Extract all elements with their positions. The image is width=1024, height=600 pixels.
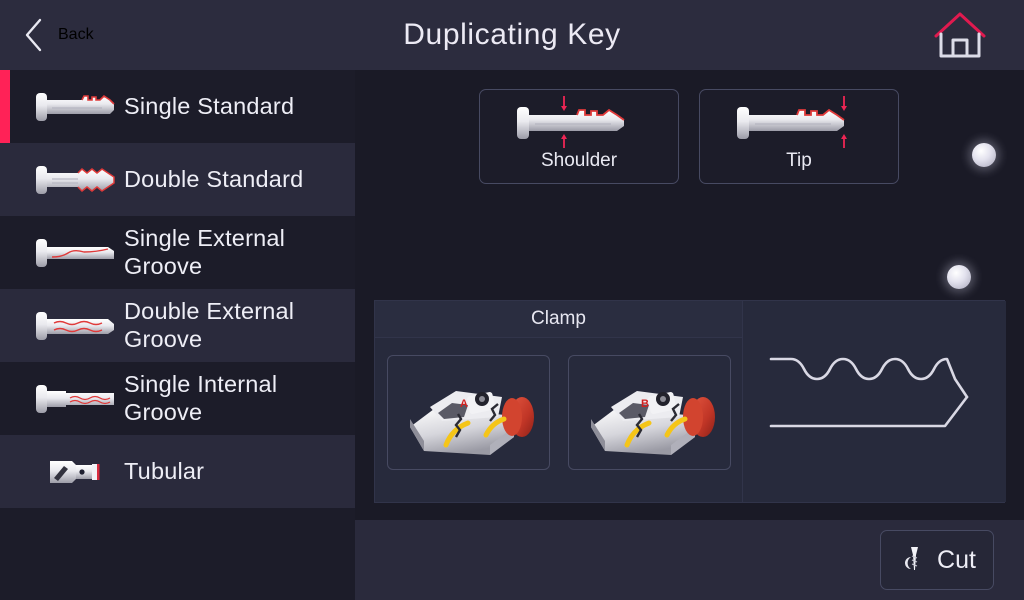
key-tip-reference-icon <box>737 96 847 148</box>
reference-mode-label: Tip <box>786 150 812 171</box>
cut-button-label: Cut <box>937 545 976 574</box>
sidebar-item-label: Single Standard <box>124 92 295 119</box>
clamp-option-b[interactable]: B <box>568 355 731 470</box>
back-button[interactable]: Back <box>24 0 94 70</box>
page-title-text: Duplicating Key <box>403 18 621 51</box>
milling-cutter-icon <box>905 547 925 570</box>
key-profile-preview <box>742 301 1006 502</box>
sidebar-item-single-internal-groove[interactable]: Single Internal Groove <box>0 362 355 435</box>
clamp-side-label-a: A <box>460 398 468 410</box>
sidebar-item-single-standard[interactable]: Single Standard <box>0 70 355 143</box>
sidebar-item-tubular[interactable]: Tubular <box>0 435 355 508</box>
key-single-internal-groove-icon <box>28 377 124 421</box>
key-tubular-icon <box>28 450 124 494</box>
bottom-action-bar: Cut <box>355 520 1024 600</box>
clamp-options: A B <box>375 338 742 470</box>
reference-mode-label: Shoulder <box>540 150 618 171</box>
chevron-left-icon <box>25 18 42 52</box>
selection-indicator-bar <box>0 70 10 143</box>
clamp-section-header: Clamp <box>375 301 742 338</box>
key-type-sidebar[interactable]: Single Standard Double Standard Single E… <box>0 70 355 600</box>
key-shoulder-reference-icon <box>517 96 625 148</box>
sidebar-item-double-external-groove[interactable]: Double External Groove <box>0 289 355 362</box>
sidebar-item-label: Double External Groove <box>124 297 295 352</box>
key-blade-profile-preview <box>769 357 968 427</box>
key-single-external-groove-icon <box>28 231 124 275</box>
indicator-dot-2[interactable] <box>947 265 971 289</box>
clamp-title: Clamp <box>531 308 586 329</box>
clamp-section: Clamp A B <box>375 301 742 502</box>
sidebar-item-single-external-groove[interactable]: Single External Groove <box>0 216 355 289</box>
clamp-option-a[interactable]: A <box>387 355 550 470</box>
key-single-standard-icon <box>28 85 124 129</box>
clamp-jaw-a-icon: A <box>409 390 534 455</box>
duplicating-key-screen: Back Duplicating Key Single Standard Dou… <box>0 0 1024 600</box>
sidebar-item-label: Single External Groove <box>124 224 286 279</box>
cut-button[interactable]: Cut <box>880 530 994 590</box>
clamp-jaw-b-icon: B <box>590 390 715 455</box>
key-double-standard-icon <box>28 158 124 202</box>
reference-mode-tip-button[interactable]: Tip <box>699 89 899 184</box>
app-header: Back Duplicating Key <box>0 0 1024 70</box>
key-double-external-groove-icon <box>28 304 124 348</box>
clamp-and-profile-panel: Clamp A B <box>374 300 1006 503</box>
back-label: Back <box>58 26 94 43</box>
page-title: Duplicating Key <box>0 0 1024 70</box>
home-icon[interactable] <box>932 10 988 60</box>
reference-mode-shoulder-button[interactable]: Shoulder <box>479 89 679 184</box>
indicator-dot-1[interactable] <box>972 143 996 167</box>
clamp-side-label-b: B <box>641 398 649 410</box>
sidebar-empty-space <box>0 508 355 600</box>
sidebar-item-label: Tubular <box>124 457 205 484</box>
sidebar-item-double-standard[interactable]: Double Standard <box>0 143 355 216</box>
sidebar-item-label: Single Internal Groove <box>124 370 278 425</box>
sidebar-item-label: Double Standard <box>124 165 304 192</box>
